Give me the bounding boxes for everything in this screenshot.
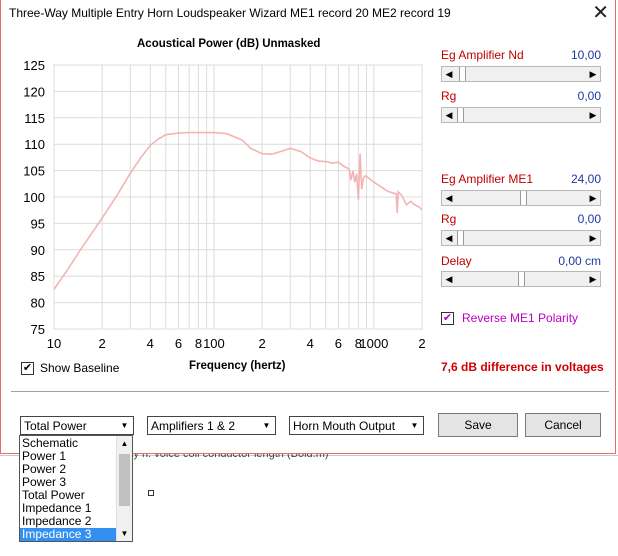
chevron-down-icon[interactable]: ▼ [259,418,274,433]
amplifiers-dropdown[interactable]: Amplifiers 1 & 2 ▼ [147,416,276,435]
arrow-left-icon[interactable]: ◀ [442,191,456,205]
x-tick-label: 4 [307,336,314,351]
control-label: Eg Amplifier Nd [441,48,524,62]
y-tick-label: 90 [31,243,45,258]
control-slider[interactable]: ◀ ▶ [441,66,601,82]
scroll-down-icon[interactable]: ▼ [117,526,132,541]
list-scrollbar[interactable]: ▲ ▼ [116,436,132,541]
slider-thumb[interactable] [518,272,525,286]
checkmark-icon: ✔ [442,311,453,324]
y-tick-label: 100 [23,190,45,205]
control-value: 0,00 [577,212,601,226]
cancel-button[interactable]: Cancel [525,413,601,437]
control-value: 10,00 [570,48,601,62]
y-tick-label: 80 [31,296,45,311]
reverse-polarity-option[interactable]: ✔ Reverse ME1 Polarity [441,311,578,325]
plot-type-dropdown[interactable]: Total Power ▼ [20,416,134,435]
slider-thumb[interactable] [457,108,464,122]
control-slider[interactable]: ◀ ▶ [441,107,601,123]
x-tick-label: 2 [418,336,425,351]
y-tick-label: 120 [23,84,45,99]
control-value: 0,00 cm [558,254,601,268]
resize-handle-icon [148,490,154,496]
control-slider[interactable]: ◀ ▶ [441,190,601,206]
checkmark-icon: ✔ [22,361,33,374]
chevron-down-icon[interactable]: ▼ [407,418,422,433]
show-baseline-checkbox[interactable]: ✔ [21,361,34,375]
separator [11,391,609,392]
plot-type-value: Total Power [24,419,87,433]
x-tick-label: 1000 [359,336,388,351]
x-tick-label: 100 [203,336,225,351]
arrow-left-icon[interactable]: ◀ [442,108,456,122]
wizard-window: Three-Way Multiple Entry Horn Loudspeake… [0,0,616,454]
x-tick-label: 2 [258,336,265,351]
x-tick-label: 8 [195,336,202,351]
show-baseline-option[interactable]: ✔ Show Baseline [21,361,119,375]
y-tick-label: 75 [31,322,45,337]
reverse-polarity-checkbox[interactable]: ✔ [441,311,454,325]
output-dropdown[interactable]: Horn Mouth Output ▼ [289,416,424,435]
x-tick-label: 6 [175,336,182,351]
y-tick-label: 115 [24,111,45,126]
reverse-polarity-label: Reverse ME1 Polarity [462,311,579,325]
plot-type-options: Schematic Power 1 Power 2 Power 3 Total Powe… [20,437,117,541]
y-tick-label: 95 [31,216,45,231]
arrow-right-icon[interactable]: ▶ [586,231,600,245]
control-label: Rg [441,212,457,226]
arrow-right-icon[interactable]: ▶ [586,191,600,205]
control-label: Delay [441,254,472,268]
y-tick-label: 125 [23,58,45,73]
y-tick-label: 110 [24,137,45,152]
x-tick-label: 2 [99,336,106,351]
y-tick-label: 85 [31,269,45,284]
output-value: Horn Mouth Output [293,419,396,433]
scrollbar-thumb[interactable] [119,454,130,506]
x-tick-label: 10 [47,336,61,351]
slider-thumb[interactable] [459,67,467,81]
control-slider[interactable]: ◀ ▶ [441,230,601,246]
x-tick-label: 6 [335,336,342,351]
scroll-up-icon[interactable]: ▲ [117,436,132,451]
voltage-difference-text: 7,6 dB difference in voltages [441,360,604,374]
chart-x-axis-label: Frequency (hertz) [189,360,286,372]
control-value: 0,00 [577,89,601,103]
control-slider[interactable]: ◀ ▶ [441,271,601,287]
amplifiers-value: Amplifiers 1 & 2 [151,419,236,433]
arrow-right-icon[interactable]: ▶ [586,272,600,286]
x-tick-label: 4 [147,336,154,351]
control-label: Eg Amplifier ME1 [441,172,534,186]
control-label: Rg [441,89,457,103]
slider-thumb[interactable] [457,231,464,245]
arrow-right-icon[interactable]: ▶ [586,67,600,81]
chevron-down-icon[interactable]: ▼ [117,418,132,433]
plot-type-option[interactable]: Impedance 3 [20,528,117,541]
arrow-left-icon[interactable]: ◀ [442,231,456,245]
save-button[interactable]: Save [438,413,518,437]
y-tick-label: 105 [23,164,45,179]
arrow-left-icon[interactable]: ◀ [442,272,456,286]
control-value: 24,00 [570,172,601,186]
slider-thumb[interactable] [520,191,528,205]
arrow-right-icon[interactable]: ▶ [586,108,600,122]
arrow-left-icon[interactable]: ◀ [442,67,456,81]
show-baseline-label: Show Baseline [40,361,120,375]
plot-type-list[interactable]: Schematic Power 1 Power 2 Power 3 Total Powe… [19,435,133,542]
